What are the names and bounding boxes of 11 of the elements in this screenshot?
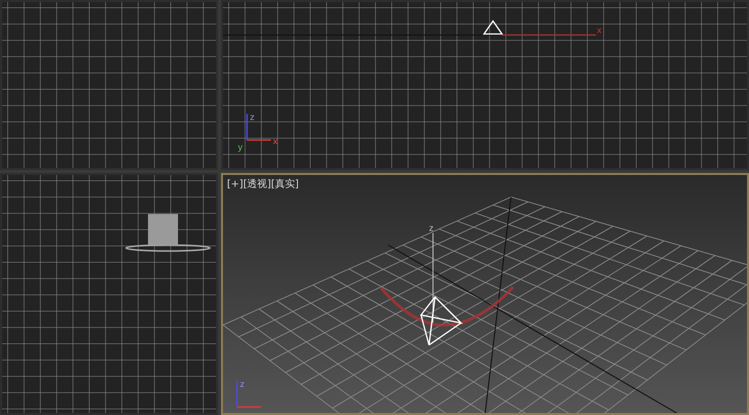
viewport-menu-label[interactable]: [透视] [243,178,271,192]
axis-label: y [238,142,242,152]
viewport-menu-label[interactable]: [真实] [271,178,299,192]
axis-label: z [250,112,254,122]
axis-label: z [240,379,244,389]
axis-label: x [273,136,278,146]
axis-label: x [597,25,602,35]
viewport-menu-label[interactable]: [+] [227,178,244,192]
axis-tripod-icon [236,381,261,408]
axis-label: z [429,223,434,233]
axis-tripod-icon [246,114,271,141]
